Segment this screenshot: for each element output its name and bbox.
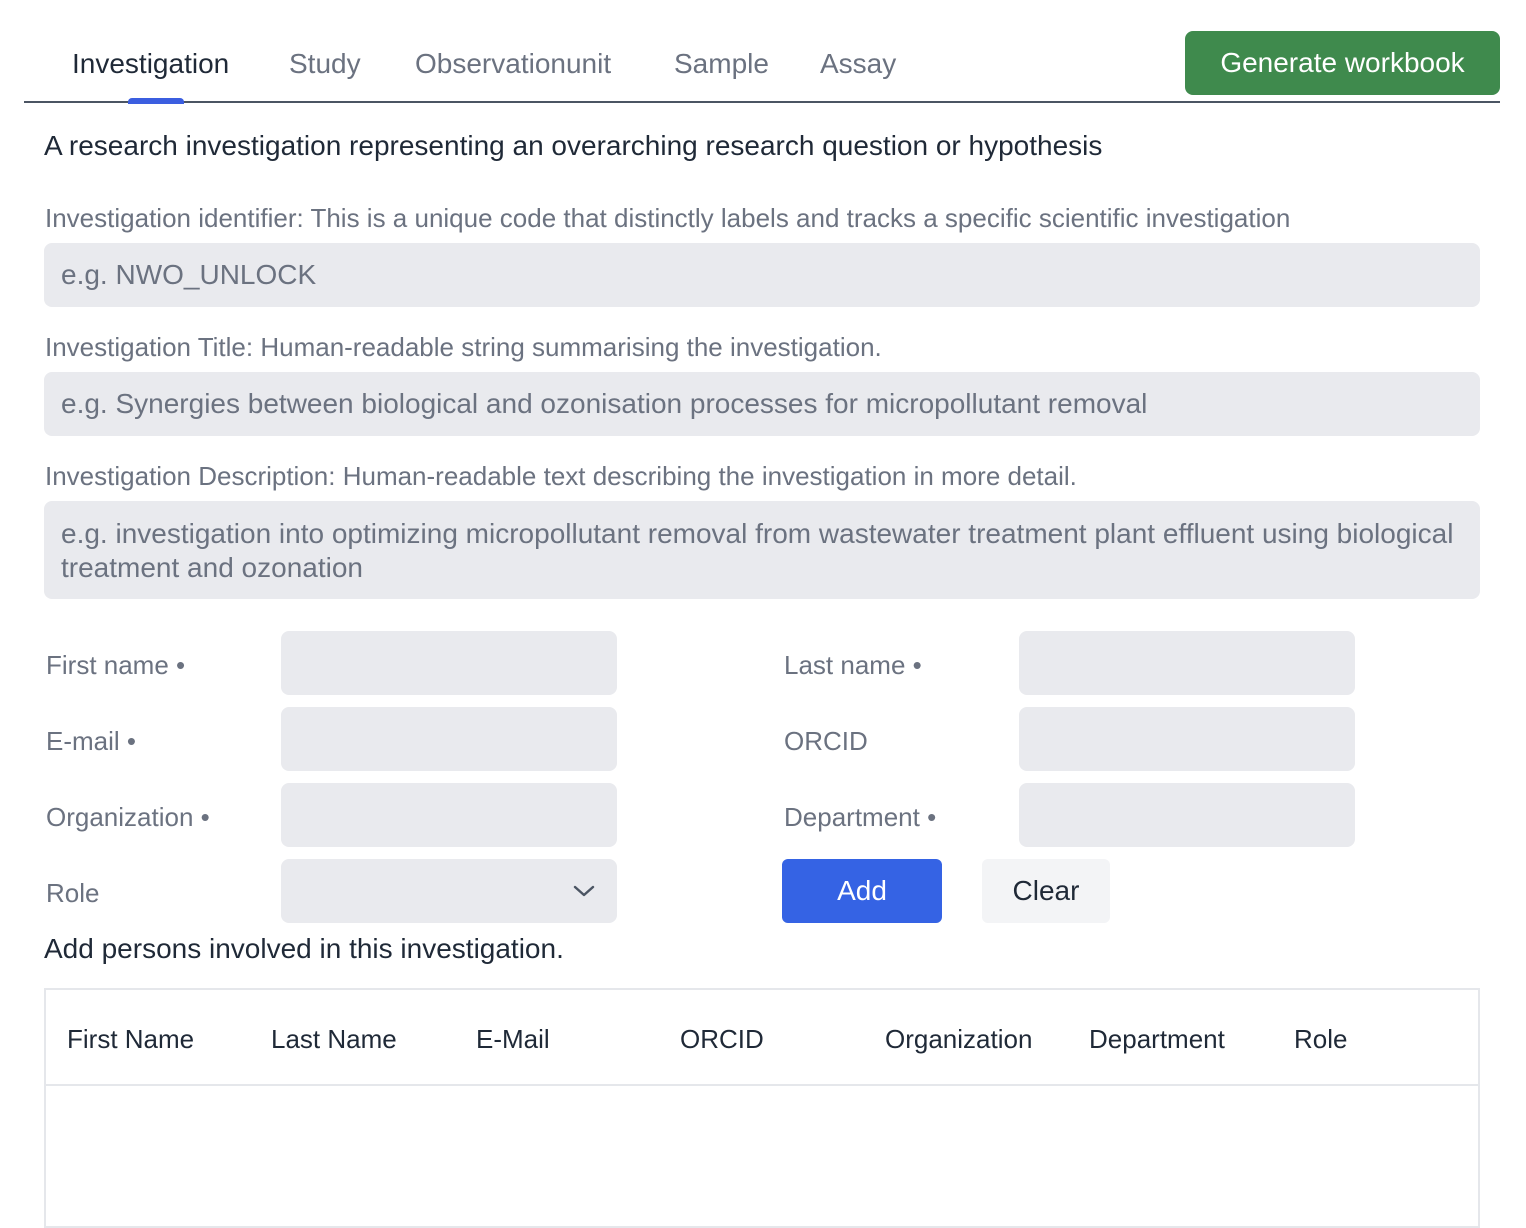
identifier-input[interactable] <box>44 243 1480 307</box>
organization-input[interactable] <box>281 783 617 847</box>
column-header-first-name[interactable]: First Name <box>67 1022 194 1056</box>
orcid-input[interactable] <box>1019 707 1355 771</box>
first-name-label: First name • <box>46 650 186 680</box>
active-tab-indicator <box>128 98 184 104</box>
column-header-role[interactable]: Role <box>1294 1022 1347 1056</box>
last-name-input[interactable] <box>1019 631 1355 695</box>
persons-table: First Name Last Name E-Mail ORCID Organi… <box>44 988 1480 1228</box>
tab-investigation[interactable]: Investigation <box>72 46 229 82</box>
column-header-orcid[interactable]: ORCID <box>680 1022 764 1056</box>
tab-observationunit[interactable]: Observationunit <box>415 46 611 82</box>
role-label: Role <box>46 878 100 908</box>
tab-bar-divider <box>24 101 1500 103</box>
column-header-organization[interactable]: Organization <box>885 1022 1032 1056</box>
description-label: Investigation Description: Human-readabl… <box>45 461 1077 491</box>
tab-assay[interactable]: Assay <box>820 46 896 82</box>
column-header-email[interactable]: E-Mail <box>476 1022 550 1056</box>
last-name-label: Last name • <box>784 650 922 680</box>
role-select[interactable] <box>281 859 617 923</box>
section-description: A research investigation representing an… <box>44 130 1103 161</box>
department-input[interactable] <box>1019 783 1355 847</box>
tab-study[interactable]: Study <box>289 46 361 82</box>
title-label: Investigation Title: Human-readable stri… <box>45 332 882 362</box>
chevron-down-icon <box>573 885 595 897</box>
clear-person-button[interactable]: Clear <box>982 859 1110 923</box>
persons-hint: Add persons involved in this investigati… <box>44 933 564 964</box>
organization-label: Organization • <box>46 802 210 832</box>
first-name-input[interactable] <box>281 631 617 695</box>
title-input[interactable] <box>44 372 1480 436</box>
description-textarea[interactable] <box>44 501 1480 599</box>
table-header: First Name Last Name E-Mail ORCID Organi… <box>46 990 1478 1086</box>
generate-workbook-button[interactable]: Generate workbook <box>1185 31 1500 95</box>
tab-sample[interactable]: Sample <box>674 46 769 82</box>
identifier-label: Investigation identifier: This is a uniq… <box>45 203 1291 233</box>
department-label: Department • <box>784 802 937 832</box>
column-header-department[interactable]: Department <box>1089 1022 1225 1056</box>
add-person-button[interactable]: Add <box>782 859 942 923</box>
orcid-label: ORCID <box>784 726 868 756</box>
email-label: E-mail • <box>46 726 136 756</box>
email-input[interactable] <box>281 707 617 771</box>
column-header-last-name[interactable]: Last Name <box>271 1022 397 1056</box>
